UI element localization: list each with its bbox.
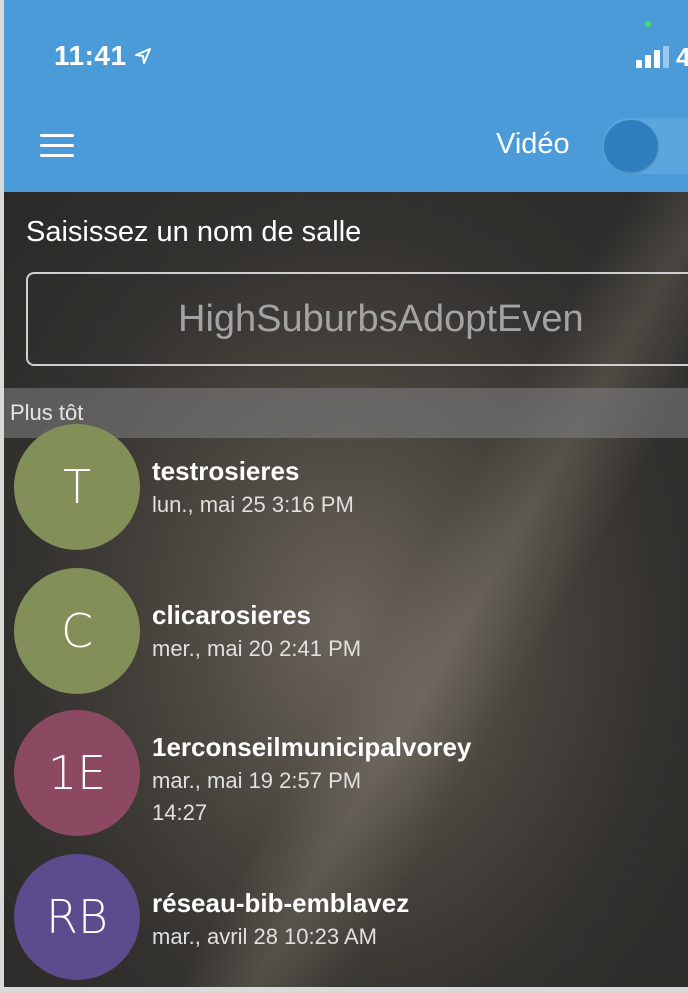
list-item-room[interactable]: 1E 1erconseilmunicipalvorey mar., mai 19… <box>4 710 688 840</box>
room-name: 1erconseilmunicipalvorey <box>152 732 472 762</box>
room-date: mar., avril 28 10:23 AM <box>152 924 377 949</box>
room-duration: 14:27 <box>152 800 208 825</box>
room-date: mar., mai 19 2:57 PM <box>152 768 362 793</box>
room-avatar: C <box>14 568 140 694</box>
room-name: testrosieres <box>152 456 300 486</box>
menu-line-icon <box>40 134 74 137</box>
room-name-prompt: Saisissez un nom de salle <box>26 216 362 248</box>
list-item-room[interactable]: C clicarosieres mer., mai 20 2:41 PM <box>4 568 688 698</box>
recent-section-title: Plus tôt <box>10 400 84 425</box>
status-time: 11:41 <box>54 40 153 72</box>
room-name: réseau-bib-emblavez <box>152 888 410 918</box>
room-date: mer., mai 20 2:41 PM <box>152 636 362 661</box>
video-label: Vidéo <box>496 128 570 160</box>
room-avatar: 1E <box>14 710 140 836</box>
room-name-input[interactable] <box>26 272 688 366</box>
menu-line-icon <box>40 144 74 147</box>
app-header: 11:41 4 Vidéo <box>4 0 688 192</box>
status-time-text: 11:41 <box>54 40 127 71</box>
video-toggle-knob[interactable] <box>604 120 658 172</box>
room-name: clicarosieres <box>152 600 312 630</box>
room-avatar: T <box>14 424 140 550</box>
video-toggle[interactable] <box>602 118 688 174</box>
status-network-text: 4 <box>676 42 688 73</box>
menu-line-icon <box>40 154 74 157</box>
main-content: Saisissez un nom de salle Plus tôt T tes… <box>4 192 688 987</box>
cellular-signal-icon <box>636 46 669 68</box>
list-item-room[interactable]: RB réseau-bib-emblavez mar., avril 28 10… <box>4 854 688 984</box>
list-item-room[interactable]: T testrosieres lun., mai 25 3:16 PM <box>4 424 688 554</box>
app-screen: 11:41 4 Vidéo Saisissez un nom de salle … <box>0 0 688 993</box>
room-avatar: RB <box>14 854 140 980</box>
camera-in-use-indicator <box>645 21 651 27</box>
room-date: lun., mai 25 3:16 PM <box>152 492 354 517</box>
location-arrow-icon <box>134 48 151 64</box>
menu-button[interactable] <box>40 134 80 160</box>
